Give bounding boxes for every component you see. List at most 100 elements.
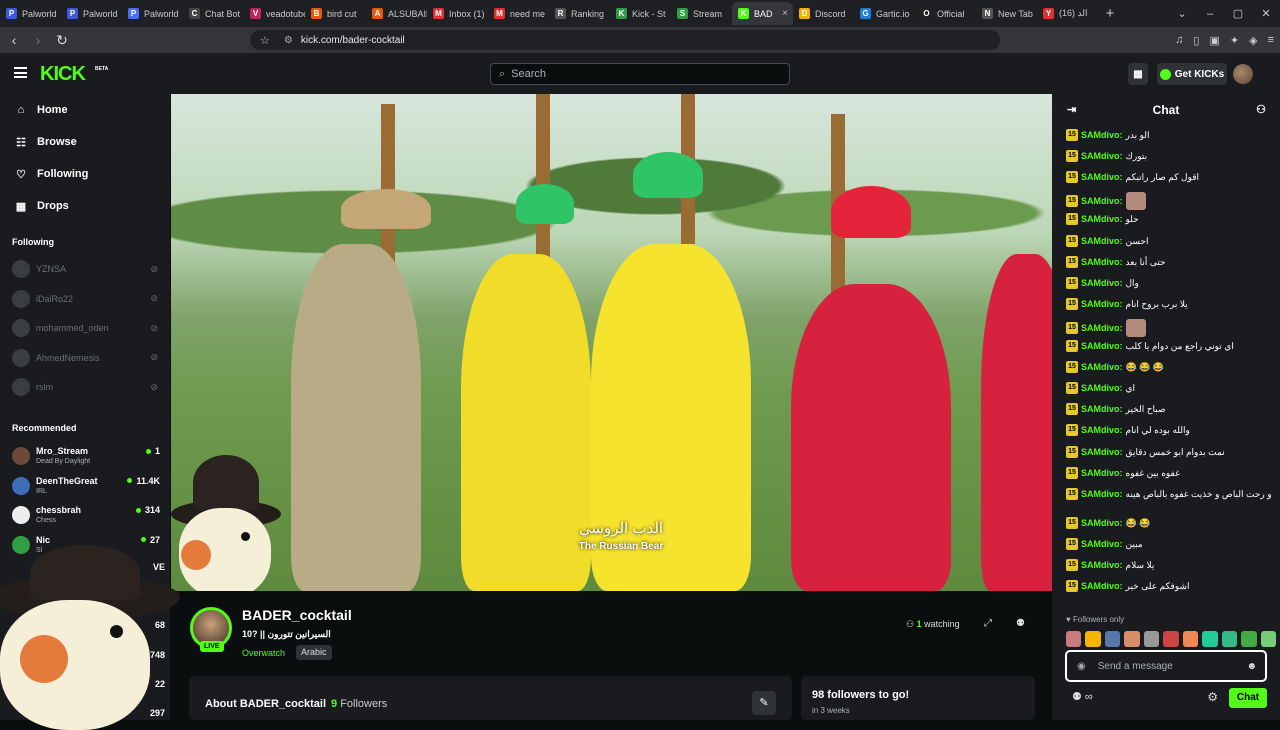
dashboard-button[interactable]: ▦ bbox=[1128, 63, 1148, 85]
sidebar-item-following[interactable]: ♡ Following bbox=[15, 164, 88, 184]
category-link[interactable]: Overwatch bbox=[242, 648, 285, 658]
browser-tab[interactable]: D Discord bbox=[793, 2, 854, 25]
chat-username[interactable]: SAMdivo: bbox=[1081, 559, 1123, 571]
tab-close-icon[interactable]: × bbox=[782, 8, 788, 19]
forward-icon[interactable]: › bbox=[28, 32, 48, 48]
gear-icon[interactable]: ⚙ bbox=[1207, 690, 1218, 704]
chat-username[interactable]: SAMdivo: bbox=[1081, 256, 1123, 268]
browser-tab[interactable]: C Chat Bot bbox=[183, 2, 244, 25]
browser-tab[interactable]: K BAD × bbox=[732, 2, 793, 25]
chat-message-input[interactable]: ◉ Send a message ☻ bbox=[1065, 650, 1267, 682]
chat-username[interactable]: SAMdivo: bbox=[1081, 277, 1123, 289]
emote-icon[interactable] bbox=[1143, 631, 1160, 647]
browser-tab[interactable]: P Palworld bbox=[0, 2, 61, 25]
minimize-icon[interactable]: – bbox=[1196, 8, 1224, 20]
chat-username[interactable]: SAMdivo: bbox=[1081, 150, 1123, 162]
recommended-item[interactable]: Mro_Stream Dead By Daylight 1 bbox=[12, 443, 162, 469]
chat-username[interactable]: SAMdivo: bbox=[1081, 580, 1123, 592]
chat-username[interactable]: SAMdivo: bbox=[1081, 467, 1123, 479]
sidebar-item-browse[interactable]: ☷ Browse bbox=[15, 132, 77, 152]
music-icon[interactable]: ♫ bbox=[1175, 34, 1183, 46]
send-chat-button[interactable]: Chat bbox=[1229, 688, 1267, 708]
collapse-chat-icon[interactable]: ⇥ bbox=[1067, 94, 1076, 126]
get-kicks-button[interactable]: Get KICKs bbox=[1157, 63, 1227, 85]
browser-tab[interactable]: A ALSUBAIE bbox=[366, 2, 427, 25]
back-icon[interactable]: ‹ bbox=[4, 32, 24, 48]
menu-icon[interactable]: ≡ bbox=[1268, 34, 1274, 46]
wallet-icon[interactable]: ▣ bbox=[1209, 34, 1219, 47]
emote-icon[interactable] bbox=[1085, 631, 1101, 647]
browser-tab[interactable]: Bbird cut bbox=[305, 2, 366, 25]
sidebar-item-drops[interactable]: ▦ Drops bbox=[15, 196, 69, 216]
chat-username[interactable]: SAMdivo: bbox=[1081, 129, 1123, 141]
emote-icon[interactable] bbox=[1221, 631, 1238, 647]
bookmark-icon[interactable]: ☆ bbox=[260, 34, 270, 47]
maximize-icon[interactable]: ▢ bbox=[1224, 7, 1252, 20]
chat-username[interactable]: SAMdivo: bbox=[1081, 340, 1123, 352]
chat-username[interactable]: SAMdivo: bbox=[1081, 213, 1123, 225]
user-avatar[interactable] bbox=[1233, 64, 1253, 84]
chat-username[interactable]: SAMdivo: bbox=[1081, 322, 1123, 334]
emote-icon[interactable] bbox=[1124, 631, 1140, 647]
emote-icon[interactable] bbox=[1066, 631, 1082, 647]
chat-username[interactable]: SAMdivo: bbox=[1081, 403, 1123, 415]
browser-tab[interactable]: N New Tab bbox=[976, 2, 1037, 25]
chat-username[interactable]: SAMdivo: bbox=[1081, 517, 1123, 529]
new-tab-icon[interactable]: + bbox=[1098, 5, 1122, 22]
browser-tab[interactable]: M Inbox (1) bbox=[427, 2, 488, 25]
chat-username[interactable]: SAMdivo: bbox=[1081, 424, 1123, 436]
video-player[interactable]: الدب الروسي The Russian Bear bbox=[171, 94, 1052, 591]
chat-username[interactable]: SAMdivo: bbox=[1081, 488, 1123, 500]
browser-tab[interactable]: R Ranking bbox=[549, 2, 610, 25]
shield-icon[interactable]: ◈ bbox=[1249, 34, 1257, 47]
emote-icon[interactable] bbox=[1241, 631, 1257, 647]
emote-icon[interactable] bbox=[1202, 631, 1218, 647]
chat-users-icon[interactable]: ⚇ bbox=[1256, 94, 1266, 126]
following-item[interactable]: mohammed_oden ⊘ bbox=[12, 319, 162, 337]
emote-icon[interactable] bbox=[1260, 631, 1276, 647]
chat-username[interactable]: SAMdivo: bbox=[1081, 171, 1123, 183]
following-item[interactable]: rslm ⊘ bbox=[12, 378, 162, 396]
emote-icon[interactable] bbox=[1163, 631, 1179, 647]
following-item[interactable]: AhmedNemesis ⊘ bbox=[12, 348, 162, 367]
chat-username[interactable]: SAMdivo: bbox=[1081, 195, 1123, 207]
language-tag[interactable]: Arabic bbox=[296, 645, 332, 660]
sidebar-icon[interactable]: ▯ bbox=[1193, 34, 1199, 47]
emoji-icon[interactable]: ☻ bbox=[1246, 661, 1257, 672]
channel-name[interactable]: BADER_cocktail bbox=[242, 607, 352, 623]
recommended-item[interactable]: DeenTheGreat IRL 11.4K bbox=[12, 473, 162, 499]
browser-tab[interactable]: Mneed me bbox=[488, 2, 549, 25]
ai-icon[interactable]: ✦ bbox=[1230, 34, 1239, 47]
browser-tab[interactable]: P Palworld bbox=[122, 2, 183, 25]
reload-icon[interactable]: ↻ bbox=[52, 32, 72, 49]
close-window-icon[interactable]: ✕ bbox=[1252, 7, 1280, 20]
chat-username[interactable]: SAMdivo: bbox=[1081, 446, 1123, 458]
chat-username[interactable]: SAMdivo: bbox=[1081, 382, 1123, 394]
chat-username[interactable]: SAMdivo: bbox=[1081, 361, 1123, 373]
edit-button[interactable]: ✎ bbox=[752, 691, 776, 715]
url-field[interactable]: ☆ ⚙ kick.com/bader-cocktail bbox=[250, 30, 1000, 50]
follow-user-icon[interactable]: ⚉ bbox=[1016, 618, 1025, 629]
chat-username[interactable]: SAMdivo: bbox=[1081, 235, 1123, 247]
emote-icon[interactable] bbox=[1104, 631, 1121, 647]
site-settings-icon[interactable]: ⚙ bbox=[284, 35, 293, 46]
recommended-item[interactable]: chessbrah Chess 314 bbox=[12, 502, 162, 528]
browser-tab[interactable]: S Stream bbox=[671, 2, 732, 25]
kicks-infinity-icon[interactable]: ⚉ ∞ bbox=[1072, 690, 1093, 703]
kick-logo[interactable]: KICK bbox=[40, 63, 86, 86]
browser-tab[interactable]: Y (16) الد bbox=[1037, 2, 1098, 25]
following-item[interactable]: YZNSA ⊘ bbox=[12, 260, 162, 278]
share-icon[interactable]: ⤢ bbox=[984, 618, 992, 629]
chat-username[interactable]: SAMdivo: bbox=[1081, 298, 1123, 310]
emote-icon[interactable] bbox=[1182, 631, 1199, 647]
browser-tab[interactable]: K Kick - St bbox=[610, 2, 671, 25]
browser-tab[interactable]: O Official bbox=[915, 2, 976, 25]
hamburger-menu-icon[interactable] bbox=[14, 67, 27, 78]
browser-tab[interactable]: P Palworld bbox=[61, 2, 122, 25]
chat-username[interactable]: SAMdivo: bbox=[1081, 538, 1123, 550]
browser-tab[interactable]: Vveadotube bbox=[244, 2, 305, 25]
following-item[interactable]: iDaiRo22 ⊘ bbox=[12, 289, 162, 308]
sidebar-item-home[interactable]: ⌂ Home bbox=[15, 100, 68, 120]
search-input[interactable]: ⌕ Search bbox=[490, 63, 790, 85]
tab-search-icon[interactable]: ⌄ bbox=[1168, 7, 1196, 20]
